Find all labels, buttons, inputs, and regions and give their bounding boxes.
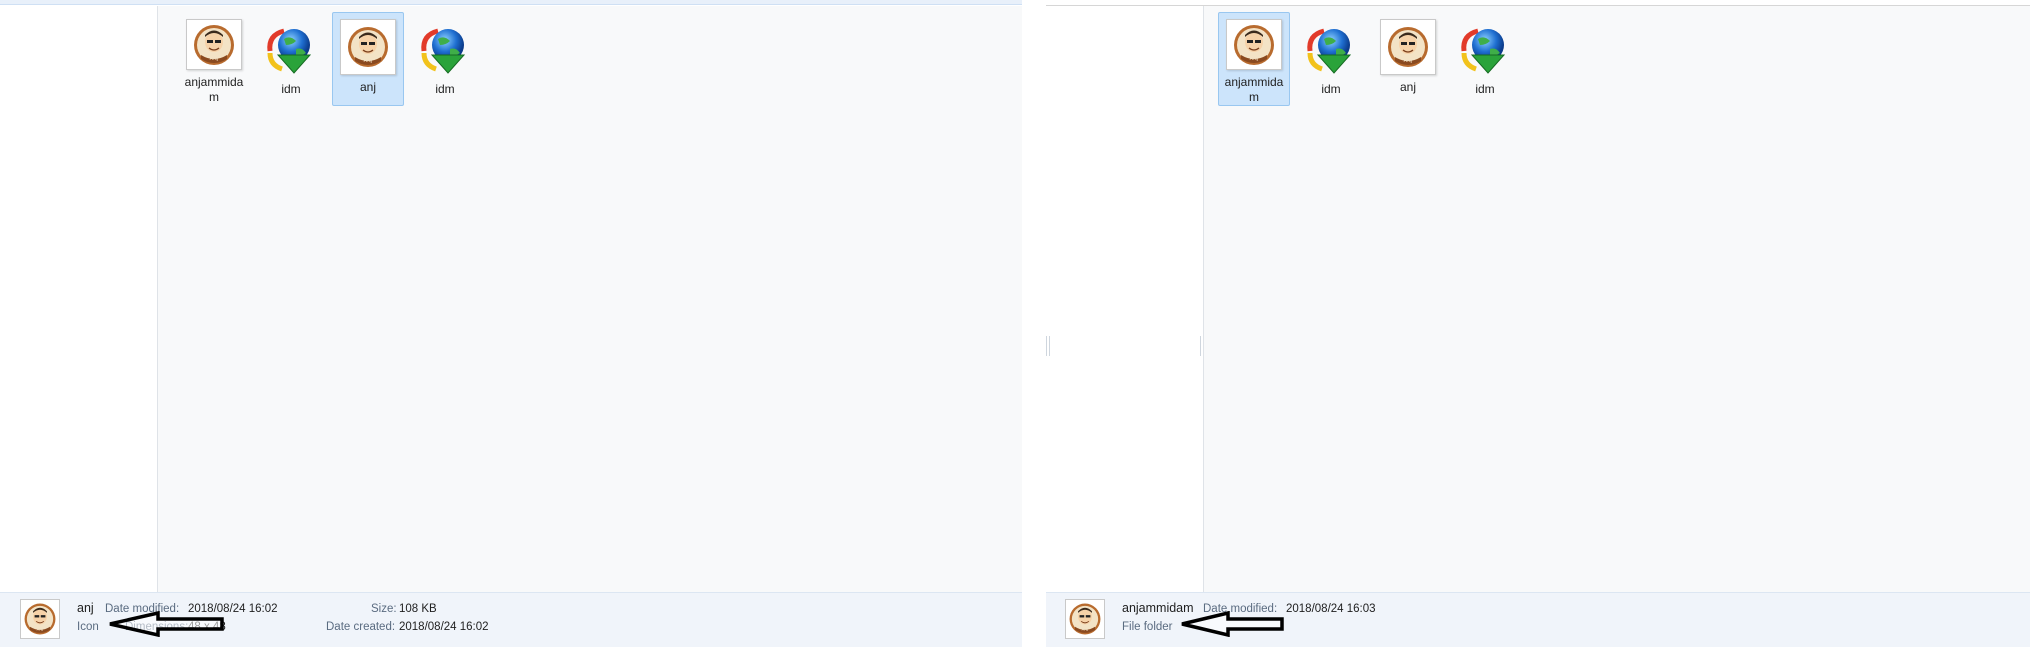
explorer-window-left: ANJ anjammidam idm ANJ anj idm ANJ anj D… xyxy=(0,0,1022,647)
navigation-pane[interactable] xyxy=(1046,6,1204,592)
file-label: anjammidam xyxy=(184,75,244,104)
details-file-name: anj xyxy=(77,601,94,615)
file-view[interactable]: ANJ anjammidam idm ANJ anj idm xyxy=(158,6,1022,592)
details-pane: ANJ anj Date modified: 2018/08/24 16:02 … xyxy=(0,592,1022,647)
portrait-icon: ANJ xyxy=(340,19,396,75)
splitter-handle[interactable] xyxy=(1200,336,1203,356)
file-type: Icon xyxy=(77,621,99,633)
date-created-label: Date created: xyxy=(326,621,396,633)
file-label: idm xyxy=(1321,82,1341,96)
idm-globe-icon xyxy=(262,19,320,77)
file-label: anj xyxy=(359,80,376,94)
svg-text:ANJ: ANJ xyxy=(1250,56,1259,62)
svg-text:ANJ: ANJ xyxy=(364,58,373,64)
size-value: 108 KB xyxy=(399,603,437,615)
file-label: anj xyxy=(1399,80,1416,94)
file-type: File folder xyxy=(1122,621,1173,633)
file-view[interactable]: ANJ anjammidam idm ANJ anj idm xyxy=(1204,6,2030,592)
file-item-anj[interactable]: ANJ anj xyxy=(1372,12,1444,106)
svg-text:ANJ: ANJ xyxy=(210,56,219,62)
file-label: idm xyxy=(1475,82,1495,96)
file-item-idm[interactable]: idm xyxy=(1449,12,1521,106)
details-pane: ANJ anjammidam Date modified: 2018/08/24… xyxy=(1046,592,2030,647)
file-label: anjammidam xyxy=(1224,75,1284,104)
annotation-arrow-icon xyxy=(1181,611,1284,637)
file-item-anjammidam[interactable]: ANJ anjammidam xyxy=(1218,12,1290,106)
navigation-pane[interactable] xyxy=(0,6,158,592)
file-item-anj[interactable]: ANJ anj xyxy=(332,12,404,106)
explorer-window-right: ANJ anjammidam idm ANJ anj idm ANJ anjam… xyxy=(1046,0,2030,647)
date-created-value: 2018/08/24 16:02 xyxy=(399,621,489,633)
splitter-handle[interactable] xyxy=(1046,336,1050,356)
annotation-arrow-icon xyxy=(109,611,224,637)
file-item-idm[interactable]: idm xyxy=(255,12,327,106)
details-portrait-icon: ANJ xyxy=(20,599,60,639)
portrait-icon: ANJ xyxy=(1380,19,1436,75)
svg-text:ANJ: ANJ xyxy=(1404,58,1413,64)
portrait-icon: ANJ xyxy=(186,19,242,70)
idm-globe-icon xyxy=(1456,19,1514,77)
title-strip xyxy=(0,0,1022,5)
file-item-anjammidam[interactable]: ANJ anjammidam xyxy=(178,12,250,106)
file-label: idm xyxy=(281,82,301,96)
portrait-icon: ANJ xyxy=(1226,19,1282,70)
idm-globe-icon xyxy=(416,19,474,77)
idm-globe-icon xyxy=(1302,19,1360,77)
svg-text:ANJ: ANJ xyxy=(37,627,44,632)
date-modified-value: 2018/08/24 16:03 xyxy=(1286,603,1376,615)
details-portrait-icon: ANJ xyxy=(1065,599,1105,639)
svg-text:ANJ: ANJ xyxy=(1082,627,1089,632)
file-label: idm xyxy=(435,82,455,96)
file-item-idm[interactable]: idm xyxy=(409,12,481,106)
size-label: Size: xyxy=(371,603,397,615)
file-item-idm[interactable]: idm xyxy=(1295,12,1367,106)
